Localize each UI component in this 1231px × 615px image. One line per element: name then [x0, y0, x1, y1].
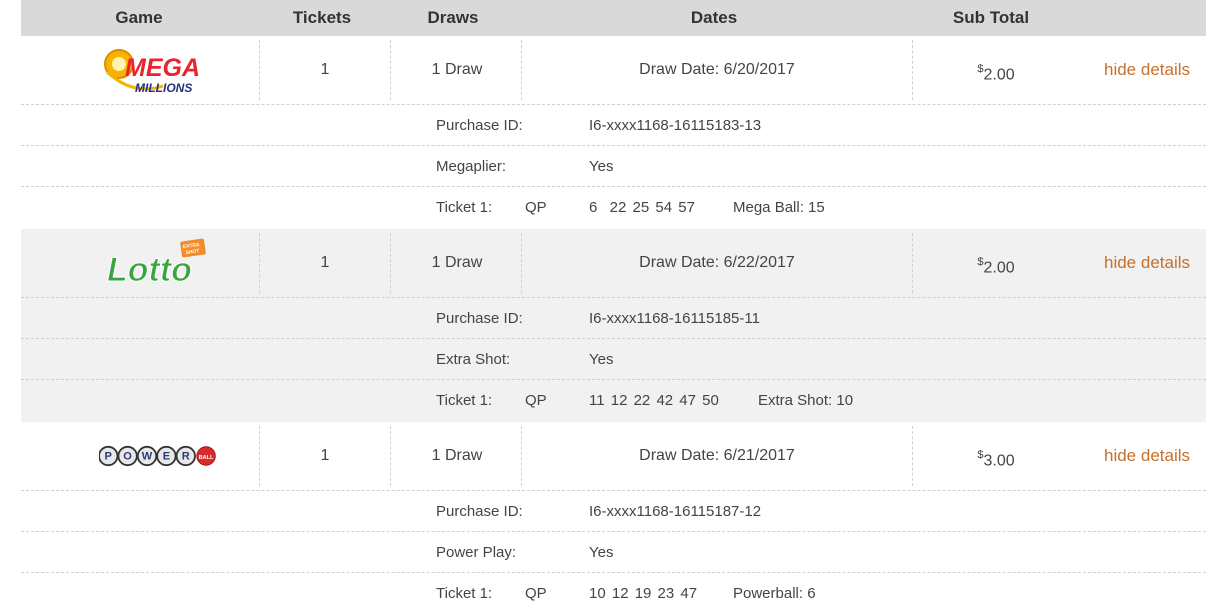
- svg-text:W: W: [142, 451, 153, 463]
- order-details-table: Game Tickets Draws Dates Sub Total MEGA …: [21, 0, 1206, 615]
- purchase-id-value: I6-xxxx1168-16115183-13: [589, 117, 762, 134]
- option-row: Power Play: Yes: [21, 532, 1206, 573]
- game-block-mega-millions: MEGA MILLIONS 1 1 Draw Draw Date: 6/20/2…: [21, 36, 1206, 229]
- draw-date: Draw Date: 6/21/2017: [639, 447, 795, 464]
- megaplier-label: Megaplier:: [436, 158, 507, 175]
- powerball-logo: P O W E R BALL: [99, 422, 219, 490]
- game-block-lotto: EXTRA SHOT Lotto 1 1 Draw Draw Date: 6/2…: [21, 229, 1206, 422]
- option-row: Extra Shot: Yes: [21, 339, 1206, 380]
- power-play-label: Power Play:: [436, 544, 517, 561]
- svg-text:MEGA: MEGA: [125, 54, 200, 82]
- ticket-row: Ticket 1: QP 6 22 25 54 57 Mega Ball: 15: [21, 187, 1206, 229]
- ticket-row: Ticket 1: QP 11 12 22 42 47 50 Extra Sho…: [21, 380, 1206, 422]
- purchase-id-label: Purchase ID:: [436, 503, 523, 520]
- lotto-logo-icon: EXTRA SHOT Lotto: [107, 238, 206, 290]
- draws-count: 1 Draw: [431, 254, 483, 271]
- game-summary-row: EXTRA SHOT Lotto 1 1 Draw Draw Date: 6/2…: [21, 229, 1206, 298]
- header-dates: Dates: [690, 8, 738, 27]
- subtotal-value: $2.00: [977, 256, 1015, 277]
- ticket-numbers: 11 12 22 42 47 50: [589, 392, 719, 409]
- ticket-label: Ticket 1:: [436, 585, 493, 602]
- mega-millions-logo: MEGA MILLIONS: [99, 36, 219, 104]
- purchase-id-row: Purchase ID: I6-xxxx1168-16115183-13: [21, 105, 1206, 146]
- ticket-numbers: 10 12 19 23 47: [589, 585, 698, 602]
- hide-details-link[interactable]: hide details: [1104, 229, 1190, 297]
- header-tickets: Tickets: [292, 8, 352, 27]
- svg-text:O: O: [123, 451, 132, 463]
- purchase-id-label: Purchase ID:: [436, 117, 523, 134]
- draw-date: Draw Date: 6/22/2017: [639, 254, 795, 271]
- table-header: Game Tickets Draws Dates Sub Total: [21, 0, 1206, 36]
- draws-count: 1 Draw: [431, 447, 483, 464]
- game-summary-row: P O W E R BALL 1 1 Draw Draw Date: 6/21/…: [21, 422, 1206, 491]
- extra-shot-label: Extra Shot:: [436, 351, 511, 368]
- header-game: Game: [115, 8, 163, 27]
- ticket-row: Ticket 1: QP 10 12 19 23 47 Powerball: 6: [21, 573, 1206, 615]
- tickets-count: 1: [320, 61, 330, 78]
- svg-text:R: R: [182, 451, 190, 463]
- ticket-type: QP: [525, 585, 547, 602]
- purchase-id-row: Purchase ID: I6-xxxx1168-16115185-11: [21, 298, 1206, 339]
- draw-date: Draw Date: 6/20/2017: [639, 61, 795, 78]
- purchase-id-value: I6-xxxx1168-16115187-12: [589, 503, 762, 520]
- svg-text:BALL: BALL: [199, 455, 214, 461]
- option-row: Megaplier: Yes: [21, 146, 1206, 187]
- svg-text:Lotto: Lotto: [107, 251, 192, 289]
- bonus-ball: Extra Shot: 10: [758, 392, 854, 409]
- header-draws: Draws: [427, 8, 479, 27]
- megaplier-value: Yes: [589, 158, 614, 175]
- game-block-powerball: P O W E R BALL 1 1 Draw Draw Date: 6/21/…: [21, 422, 1206, 615]
- extra-shot-value: Yes: [589, 351, 614, 368]
- game-summary-row: MEGA MILLIONS 1 1 Draw Draw Date: 6/20/2…: [21, 36, 1206, 105]
- ticket-label: Ticket 1:: [436, 199, 493, 216]
- subtotal-value: $3.00: [977, 449, 1015, 470]
- svg-text:MILLIONS: MILLIONS: [135, 81, 192, 95]
- ticket-type: QP: [525, 199, 547, 216]
- power-play-value: Yes: [589, 544, 614, 561]
- tickets-count: 1: [320, 447, 330, 464]
- lotto-logo: EXTRA SHOT Lotto: [99, 229, 219, 297]
- mega-millions-logo-icon: MEGA MILLIONS: [104, 49, 200, 95]
- ticket-label: Ticket 1:: [436, 392, 493, 409]
- header-subtotal: Sub Total: [952, 8, 1030, 27]
- svg-text:E: E: [163, 451, 170, 463]
- purchase-id-row: Purchase ID: I6-xxxx1168-16115187-12: [21, 491, 1206, 532]
- hide-details-link[interactable]: hide details: [1104, 36, 1190, 104]
- hide-details-link[interactable]: hide details: [1104, 422, 1190, 490]
- powerball-logo-icon: P O W E R BALL: [99, 445, 216, 467]
- tickets-count: 1: [320, 254, 330, 271]
- ticket-numbers: 6 22 25 54 57: [589, 199, 695, 216]
- draws-count: 1 Draw: [431, 61, 483, 78]
- purchase-id-value: I6-xxxx1168-16115185-11: [589, 310, 760, 327]
- ticket-type: QP: [525, 392, 547, 409]
- purchase-id-label: Purchase ID:: [436, 310, 523, 327]
- bonus-ball: Mega Ball: 15: [733, 199, 825, 216]
- subtotal-value: $2.00: [977, 63, 1015, 84]
- bonus-ball: Powerball: 6: [733, 585, 816, 602]
- svg-text:P: P: [105, 451, 112, 463]
